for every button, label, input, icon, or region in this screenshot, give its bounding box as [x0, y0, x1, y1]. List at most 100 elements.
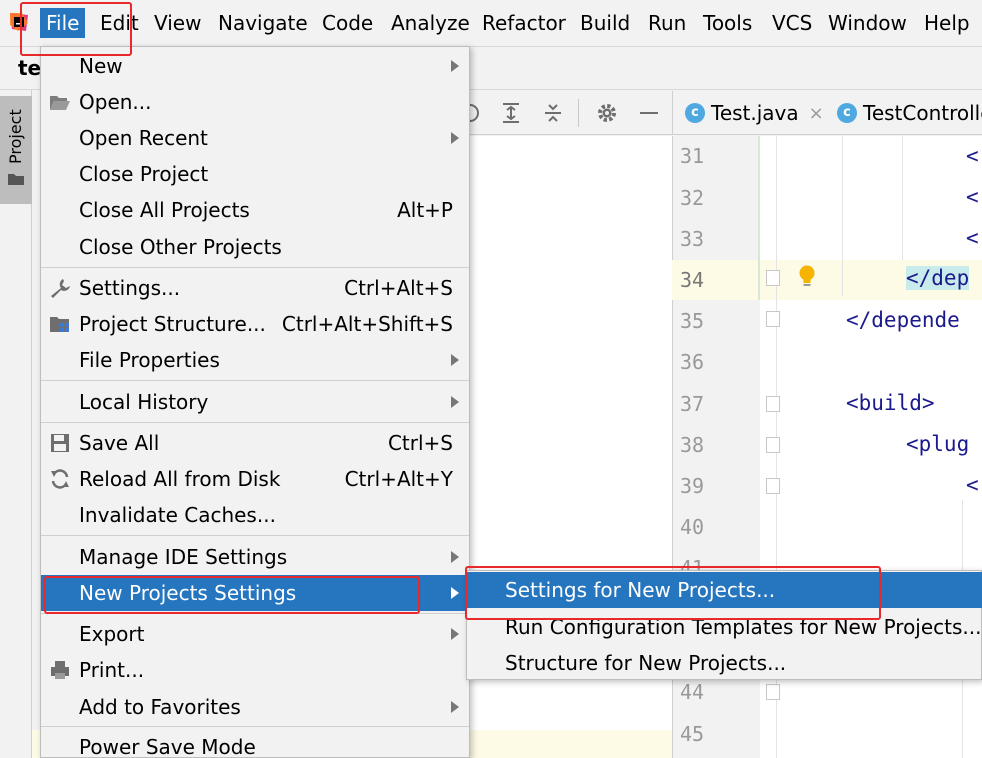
menu-item-invalidate-caches[interactable]: Invalidate Caches...: [41, 497, 469, 533]
submenu-item-label: Run Configuration Templates for New Proj…: [505, 615, 982, 639]
menu-item-label: Power Save Mode: [79, 735, 256, 758]
line-number: 34: [680, 268, 705, 292]
fold-marker[interactable]: [766, 311, 780, 327]
menu-edit[interactable]: Edit: [100, 8, 139, 38]
menu-item-new[interactable]: New: [41, 48, 469, 84]
submenu-arrow-icon: [451, 551, 459, 563]
lightbulb-icon[interactable]: [798, 264, 816, 290]
menu-view[interactable]: View: [154, 8, 201, 38]
menu-item-label: Reload All from Disk: [79, 467, 281, 491]
menu-separator: [41, 726, 469, 727]
toolbar-divider: [578, 99, 579, 127]
menu-item-label: Save All: [79, 431, 160, 455]
wrench-icon: [51, 279, 70, 298]
gear-icon[interactable]: [596, 102, 618, 124]
project-panel-header: [468, 91, 672, 135]
tab-test-java[interactable]: c Test.java ×: [685, 91, 824, 135]
save-icon: [51, 434, 69, 452]
fold-marker[interactable]: [766, 270, 780, 286]
submenu-item-label: Structure for New Projects...: [505, 651, 787, 675]
menu-window[interactable]: Window: [828, 8, 907, 38]
menu-item-export[interactable]: Export: [41, 616, 469, 652]
fold-marker[interactable]: [766, 478, 780, 494]
menu-separator: [41, 535, 469, 536]
c-class-icon: c: [837, 103, 857, 123]
fold-marker[interactable]: [766, 437, 780, 453]
menu-build[interactable]: Build: [580, 8, 630, 38]
new-projects-settings-submenu: Settings for New Projects... Run Configu…: [466, 570, 982, 680]
menu-vcs[interactable]: VCS: [772, 8, 812, 38]
menu-item-print[interactable]: Print...: [41, 652, 469, 688]
menu-item-settings[interactable]: Settings... Ctrl+Alt+S: [41, 270, 469, 306]
menu-analyze[interactable]: Analyze: [391, 8, 470, 38]
menu-item-add-to-favorites[interactable]: Add to Favorites: [41, 689, 469, 725]
line-number: 32: [680, 186, 705, 210]
menu-item-file-properties[interactable]: File Properties: [41, 342, 469, 378]
menu-item-manage-ide-settings[interactable]: Manage IDE Settings: [41, 539, 469, 575]
line-number: 44: [680, 680, 705, 704]
fold-marker[interactable]: [766, 684, 780, 700]
folder-icon: [8, 174, 24, 185]
code-line-34: </dep: [906, 266, 970, 290]
menu-refactor[interactable]: Refactor: [482, 8, 566, 38]
close-icon[interactable]: ×: [809, 103, 824, 124]
tab-test-controller[interactable]: c TestControlle: [837, 91, 982, 135]
expand-all-icon[interactable]: [500, 102, 522, 124]
menu-item-label: Manage IDE Settings: [79, 545, 288, 569]
menu-separator: [41, 422, 469, 423]
menu-item-project-structure[interactable]: Project Structure... Ctrl+Alt+Shift+S: [41, 306, 469, 342]
menu-item-close-project[interactable]: Close Project: [41, 156, 469, 192]
menu-run[interactable]: Run: [648, 8, 686, 38]
project-structure-icon: [50, 317, 69, 332]
menu-bar: File Edit View Navigate Code Analyze Ref…: [0, 0, 982, 46]
menu-navigate[interactable]: Navigate: [218, 8, 308, 38]
menu-item-shortcut: Alt+P: [397, 198, 453, 222]
code-line-32: <: [966, 185, 979, 209]
menu-item-power-save-mode[interactable]: Power Save Mode: [41, 729, 469, 758]
line-number: 37: [680, 392, 705, 416]
submenu-arrow-icon: [451, 60, 459, 72]
indent-guide: [902, 136, 903, 260]
menu-item-close-other-projects[interactable]: Close Other Projects: [41, 229, 469, 265]
menu-item-close-all-projects[interactable]: Close All Projects Alt+P: [41, 192, 469, 228]
menu-item-label: Close Project: [79, 162, 209, 186]
line-number: 33: [680, 227, 705, 251]
menu-item-new-projects-settings[interactable]: New Projects Settings: [41, 575, 469, 611]
project-name: te: [18, 56, 42, 80]
submenu-item-run-configuration-templates[interactable]: Run Configuration Templates for New Proj…: [467, 609, 982, 645]
file-menu-dropdown: New Open... Open Recent Close Project Cl…: [40, 46, 470, 758]
intellij-app-icon: [10, 13, 28, 31]
menu-item-open-recent[interactable]: Open Recent: [41, 120, 469, 156]
submenu-arrow-icon: [451, 396, 459, 408]
menu-item-open[interactable]: Open...: [41, 84, 469, 120]
print-icon: [51, 661, 69, 679]
menu-item-reload-all-from-disk[interactable]: Reload All from Disk Ctrl+Alt+Y: [41, 461, 469, 497]
line-number: 45: [680, 722, 705, 746]
fold-marker[interactable]: [766, 396, 780, 412]
menu-item-label: New Projects Settings: [79, 581, 297, 605]
tab-label: TestControlle: [863, 101, 982, 125]
collapse-all-icon[interactable]: [542, 102, 564, 124]
submenu-item-settings-for-new-projects[interactable]: Settings for New Projects...: [467, 572, 982, 608]
menu-file[interactable]: File: [40, 8, 86, 38]
submenu-arrow-icon: [451, 132, 459, 144]
minimize-icon[interactable]: [640, 112, 658, 114]
menu-tools[interactable]: Tools: [703, 8, 752, 38]
line-number: 36: [680, 350, 705, 374]
menu-item-label: New: [79, 54, 123, 78]
menu-item-local-history[interactable]: Local History: [41, 384, 469, 420]
reload-icon: [51, 469, 69, 489]
line-number: 39: [680, 474, 705, 498]
menu-item-save-all[interactable]: Save All Ctrl+S: [41, 425, 469, 461]
submenu-item-structure-for-new-projects[interactable]: Structure for New Projects...: [467, 645, 982, 681]
c-class-icon: c: [685, 103, 705, 123]
menu-item-shortcut: Ctrl+Alt+Shift+S: [281, 312, 453, 336]
menu-help[interactable]: Help: [924, 8, 970, 38]
menu-item-label: Project Structure...: [79, 312, 266, 336]
submenu-arrow-icon: [451, 354, 459, 366]
folder-open-icon: [50, 96, 70, 110]
change-marker: [758, 136, 760, 300]
code-line-38: <plug: [906, 432, 970, 456]
menu-item-label: Add to Favorites: [79, 695, 241, 719]
menu-code[interactable]: Code: [322, 8, 373, 38]
